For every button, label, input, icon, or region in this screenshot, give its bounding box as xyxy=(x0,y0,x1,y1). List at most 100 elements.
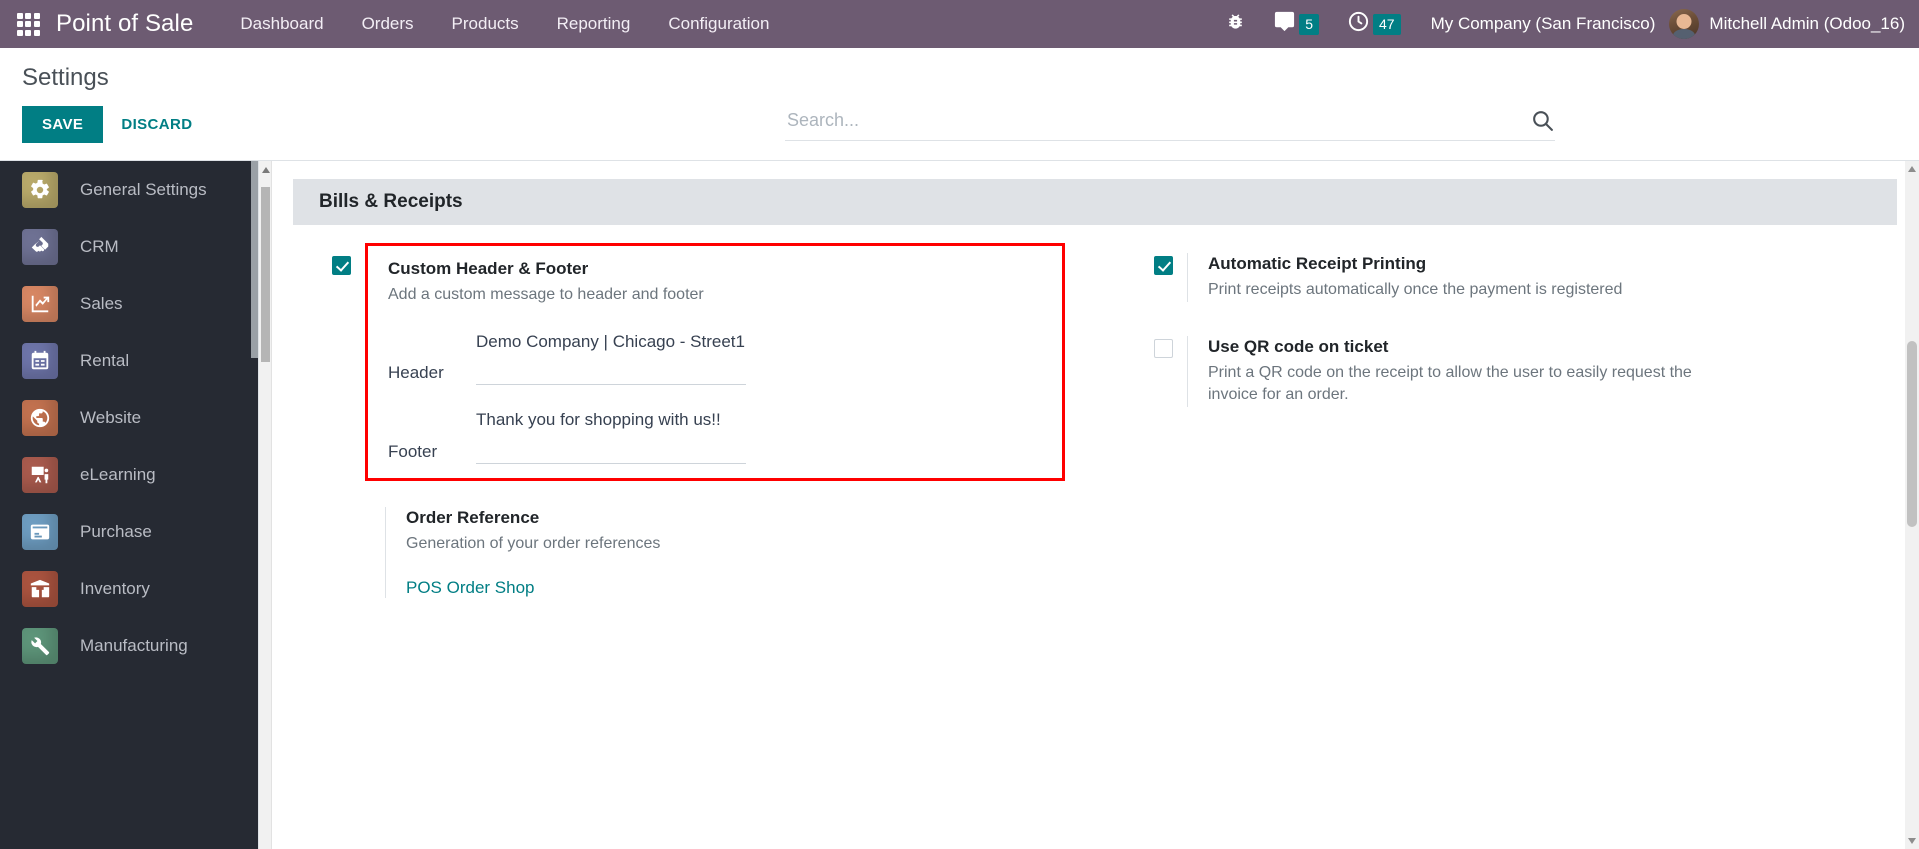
setting-custom-header-footer: Custom Header & Footer Add a custom mess… xyxy=(317,243,1065,482)
messages-badge: 5 xyxy=(1299,13,1319,35)
gear-icon xyxy=(22,171,58,208)
app-brand-title[interactable]: Point of Sale xyxy=(56,10,193,38)
sidebar-item-purchase[interactable]: Purchase xyxy=(0,503,258,560)
settings-card: Bills & Receipts Custom Header & Footer … xyxy=(293,179,1897,598)
order-reference-description: Generation of your order references xyxy=(406,534,661,552)
setting-description: Add a custom message to header and foote… xyxy=(388,285,704,303)
sidebar-item-rental[interactable]: Rental xyxy=(0,332,258,389)
nav-item-dashboard[interactable]: Dashboard xyxy=(221,0,342,48)
sidebar-scrollbar[interactable] xyxy=(251,161,258,358)
footer-field-label: Footer xyxy=(388,442,438,462)
setting-order-reference: Order Reference Generation of your order… xyxy=(317,507,1065,598)
handshake-icon xyxy=(22,228,58,265)
debug-bug-button[interactable] xyxy=(1214,0,1257,48)
grid-apps-icon xyxy=(16,12,40,36)
order-reference-title: Order Reference xyxy=(406,508,540,528)
card-icon xyxy=(22,513,58,550)
checkbox-container xyxy=(317,253,365,481)
wrench-icon xyxy=(22,627,58,664)
sidebar-item-label: eLearning xyxy=(80,464,156,484)
sidebar-item-general-settings[interactable]: General Settings xyxy=(0,161,258,218)
calendar-icon xyxy=(22,342,58,379)
navbar-right-region: 5 47 My Company (San Francisco) Mitchell… xyxy=(1214,0,1919,48)
search-input[interactable] xyxy=(785,109,1530,132)
pos-order-shop-link[interactable]: POS Order Shop xyxy=(406,578,535,598)
automatic-receipt-printing-checkbox[interactable] xyxy=(1153,256,1173,275)
setting-description: Print a QR code on the receipt to allow … xyxy=(1208,363,1692,404)
sidebar-item-label: Sales xyxy=(80,293,123,313)
scroll-up-arrow-icon[interactable] xyxy=(1908,166,1916,172)
search-bar xyxy=(785,108,1555,141)
setting-title: Use QR code on ticket xyxy=(1208,336,1389,356)
setting-description: Print receipts automatically once the pa… xyxy=(1208,280,1623,298)
sidebar-item-label: Manufacturing xyxy=(80,635,188,655)
setting-automatic-receipt-printing: Automatic Receipt Printing Print receipt… xyxy=(1139,253,1843,302)
bug-icon xyxy=(1226,12,1245,36)
sidebar-item-label: CRM xyxy=(80,236,119,256)
section-title-bills-receipts: Bills & Receipts xyxy=(293,179,1897,225)
use-qr-code-body: Use QR code on ticket Print a QR code on… xyxy=(1187,335,1843,408)
discard-button[interactable]: DISCARD xyxy=(103,106,210,143)
messages-button[interactable]: 5 xyxy=(1261,0,1331,48)
sidebar-item-label: Website xyxy=(80,407,142,427)
setting-use-qr-code-on-ticket: Use QR code on ticket Print a QR code on… xyxy=(1139,335,1843,408)
activities-button[interactable]: 47 xyxy=(1335,0,1413,48)
custom-header-footer-body: Custom Header & Footer Add a custom mess… xyxy=(365,243,1065,482)
footer-input[interactable] xyxy=(476,407,746,465)
main-scrollbar[interactable] xyxy=(1905,161,1919,849)
chat-icon xyxy=(1273,10,1296,38)
nav-item-orders[interactable]: Orders xyxy=(343,0,433,48)
company-switcher[interactable]: My Company (San Francisco) xyxy=(1431,14,1656,34)
sidebar-item-label: Rental xyxy=(80,350,130,370)
settings-content: Bills & Receipts Custom Header & Footer … xyxy=(259,161,1919,849)
inner-scrollbar-thumb[interactable] xyxy=(261,187,270,362)
use-qr-code-checkbox[interactable] xyxy=(1153,338,1173,358)
search-icon[interactable] xyxy=(1530,108,1555,133)
apps-menu-button[interactable] xyxy=(0,0,56,48)
control-panel: Settings SAVE DISCARD xyxy=(0,48,1919,161)
nav-item-configuration[interactable]: Configuration xyxy=(649,0,788,48)
settings-main-panel: Bills & Receipts Custom Header & Footer … xyxy=(258,161,1919,849)
settings-grid: Custom Header & Footer Add a custom mess… xyxy=(293,225,1897,598)
navbar-system-icons: 5 47 xyxy=(1214,0,1412,48)
automatic-receipt-printing-body: Automatic Receipt Printing Print receipt… xyxy=(1187,253,1843,302)
page-title: Settings xyxy=(22,64,109,91)
settings-sidebar: General Settings CRM Sales Rental Websit xyxy=(0,161,258,849)
nav-item-reporting[interactable]: Reporting xyxy=(538,0,650,48)
sidebar-item-crm[interactable]: CRM xyxy=(0,218,258,275)
sidebar-item-inventory[interactable]: Inventory xyxy=(0,560,258,617)
header-input[interactable] xyxy=(476,328,746,386)
sidebar-item-sales[interactable]: Sales xyxy=(0,275,258,332)
sidebar-item-elearning[interactable]: eLearning xyxy=(0,446,258,503)
main-scrollbar-thumb[interactable] xyxy=(1907,341,1917,527)
sidebar-item-label: Purchase xyxy=(80,521,152,541)
presentation-icon xyxy=(22,456,58,493)
sidebar-item-website[interactable]: Website xyxy=(0,389,258,446)
clock-icon xyxy=(1347,10,1370,38)
scroll-up-arrow-icon[interactable] xyxy=(261,167,270,173)
setting-title: Automatic Receipt Printing xyxy=(1208,254,1427,273)
chart-up-icon xyxy=(22,285,58,322)
custom-header-footer-checkbox[interactable] xyxy=(331,256,351,275)
activities-badge: 47 xyxy=(1372,13,1401,35)
setting-title: Custom Header & Footer xyxy=(388,259,589,278)
settings-left-column: Custom Header & Footer Add a custom mess… xyxy=(317,243,1095,598)
user-menu[interactable]: Mitchell Admin (Odoo_16) xyxy=(1669,9,1905,39)
header-field-label: Header xyxy=(388,363,444,383)
checkbox-container xyxy=(1139,253,1187,302)
page-body: General Settings CRM Sales Rental Websit xyxy=(0,161,1919,849)
control-panel-left: Settings SAVE DISCARD xyxy=(0,48,210,143)
action-buttons: SAVE DISCARD xyxy=(22,106,210,143)
sidebar-item-label: Inventory xyxy=(80,578,150,598)
globe-icon xyxy=(22,399,58,436)
user-name-label: Mitchell Admin (Odoo_16) xyxy=(1709,14,1905,33)
sidebar-item-label: General Settings xyxy=(80,179,207,199)
save-button[interactable]: SAVE xyxy=(22,106,104,143)
scroll-down-arrow-icon[interactable] xyxy=(1908,838,1916,844)
order-reference-body: Order Reference Generation of your order… xyxy=(385,507,1065,598)
settings-right-column: Automatic Receipt Printing Print receipt… xyxy=(1095,253,1873,598)
inner-scrollbar[interactable] xyxy=(259,161,272,849)
nav-item-products[interactable]: Products xyxy=(433,0,538,48)
sidebar-item-manufacturing[interactable]: Manufacturing xyxy=(0,617,258,674)
header-field-row: Header xyxy=(388,328,1048,386)
